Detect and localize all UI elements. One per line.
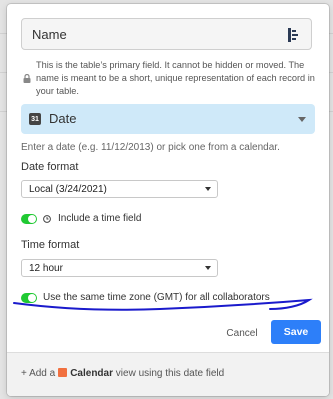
- cancel-button[interactable]: Cancel: [220, 324, 264, 344]
- toggle-knob: [28, 215, 36, 223]
- calendar-view-icon: [58, 368, 68, 377]
- time-format-value: 12 hour: [29, 263, 63, 274]
- field-name-input[interactable]: Name: [21, 18, 312, 50]
- footer-bar: + Add a Calendar view using this date fie…: [7, 352, 329, 396]
- clock-icon: [43, 215, 51, 223]
- calendar-icon: 31: [29, 113, 41, 125]
- save-button[interactable]: Save: [271, 320, 321, 344]
- chevron-down-icon: [298, 117, 306, 122]
- include-time-toggle[interactable]: [21, 214, 37, 224]
- field-config-dialog: Name This is the table’s primary field. …: [7, 4, 329, 396]
- footer-prefix: + Add a: [21, 368, 56, 379]
- footer-suffix: view using this date field: [115, 368, 225, 379]
- chevron-down-icon: [205, 266, 211, 270]
- field-type-select[interactable]: 31 Date: [21, 104, 315, 134]
- date-format-label: Date format: [21, 161, 79, 173]
- toggle-knob: [28, 294, 36, 302]
- field-name-value: Name: [32, 27, 67, 42]
- form-fill-icon[interactable]: [288, 28, 299, 42]
- include-time-label: Include a time field: [58, 213, 142, 224]
- time-format-label: Time format: [21, 239, 80, 251]
- date-format-select[interactable]: Local (3/24/2021): [21, 180, 218, 198]
- date-format-value: Local (3/24/2021): [29, 184, 107, 195]
- lock-icon: [23, 74, 31, 83]
- same-timezone-label: Use the same time zone (GMT) for all col…: [43, 292, 270, 303]
- chevron-down-icon: [205, 187, 211, 191]
- add-calendar-view-link[interactable]: + Add a Calendar view using this date fie…: [21, 368, 224, 379]
- time-format-select[interactable]: 12 hour: [21, 259, 218, 277]
- footer-calendar-label: Calendar: [70, 368, 113, 379]
- same-timezone-toggle[interactable]: [21, 293, 37, 303]
- field-type-label: Date: [49, 111, 77, 126]
- primary-field-note: This is the table’s primary field. It ca…: [36, 60, 315, 96]
- date-hint: Enter a date (e.g. 11/12/2013) or pick o…: [21, 142, 280, 153]
